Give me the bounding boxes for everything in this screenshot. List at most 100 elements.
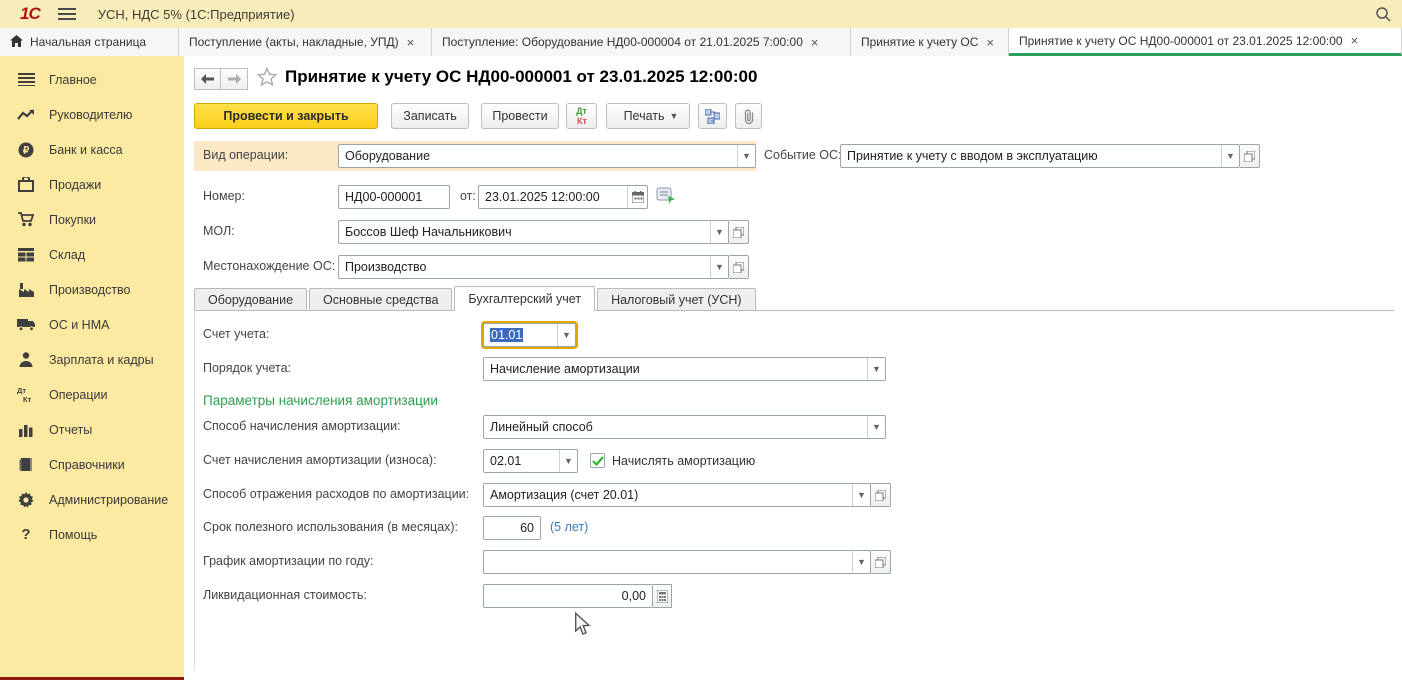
close-icon[interactable]: ×: [986, 35, 994, 50]
sidebar-item-warehouse[interactable]: Склад: [0, 237, 184, 272]
tab-fixed-assets[interactable]: Основные средства: [309, 288, 452, 311]
method-value: Линейный способ: [484, 416, 867, 438]
tab-equipment[interactable]: Оборудование: [194, 288, 307, 311]
location-open-button[interactable]: [729, 255, 749, 279]
close-icon[interactable]: ×: [1351, 33, 1359, 48]
sidebar-item-main[interactable]: Главное: [0, 62, 184, 97]
operation-value: Оборудование: [339, 145, 737, 167]
chevron-down-icon[interactable]: ▼: [1221, 145, 1239, 167]
chevron-down-icon[interactable]: ▼: [867, 416, 885, 438]
sidebar-item-os-nma[interactable]: ОС и НМА: [0, 307, 184, 342]
sidebar-item-purchases[interactable]: Покупки: [0, 202, 184, 237]
chevron-down-icon[interactable]: ▼: [737, 145, 755, 167]
attachments-button[interactable]: [735, 103, 762, 129]
post-button[interactable]: Провести: [481, 103, 559, 129]
location-label: Местонахождение ОС:: [203, 259, 335, 273]
tab-tax-usn[interactable]: Налоговый учет (УСН): [597, 288, 756, 311]
mol-select[interactable]: Боссов Шеф Начальникович ▼: [338, 220, 729, 244]
tab-accounting[interactable]: Бухгалтерский учет: [454, 286, 595, 311]
chevron-down-icon: ▼: [670, 111, 679, 121]
liquidation-label: Ликвидационная стоимость:: [203, 588, 367, 602]
number-input[interactable]: НД00-000001: [338, 185, 450, 209]
sidebar-item-administration[interactable]: Администрирование: [0, 482, 184, 517]
app-window: 1С УСН, НДС 5% (1С:Предприятие) Начальна…: [0, 0, 1402, 680]
tab-label: Принятие к учету ОС: [861, 35, 978, 49]
event-value: Принятие к учету с вводом в эксплуатацию: [841, 145, 1221, 167]
paperclip-icon: [743, 109, 755, 124]
sidebar-item-label: ОС и НМА: [49, 318, 109, 332]
tab-receipt-doc[interactable]: Поступление: Оборудование НД00-000004 от…: [432, 28, 851, 56]
sidebar-item-directories[interactable]: Справочники: [0, 447, 184, 482]
check-icon: [592, 456, 604, 466]
favorite-star-icon[interactable]: [257, 67, 277, 90]
open-link-icon: [733, 227, 744, 238]
expense-open-button[interactable]: [871, 483, 891, 507]
ruble-icon: ₽: [16, 141, 36, 159]
sidebar-item-production[interactable]: Производство: [0, 272, 184, 307]
location-select[interactable]: Производство ▼: [338, 255, 729, 279]
chevron-down-icon[interactable]: ▼: [710, 221, 728, 243]
account-select[interactable]: 01.01 ▼: [483, 323, 576, 347]
event-open-button[interactable]: [1240, 144, 1260, 168]
chevron-down-icon[interactable]: ▼: [867, 358, 885, 380]
tab-os-acceptance-doc[interactable]: Принятие к учету ОС НД00-000001 от 23.01…: [1009, 28, 1402, 56]
term-input[interactable]: 60: [483, 516, 541, 540]
chevron-down-icon[interactable]: ▼: [557, 324, 575, 346]
expense-select[interactable]: Амортизация (счет 20.01) ▼: [483, 483, 871, 507]
tab-receipts-list[interactable]: Поступление (акты, накладные, УПД) ×: [179, 28, 432, 56]
calendar-icon[interactable]: [627, 186, 647, 208]
bag-icon: [16, 176, 36, 194]
sidebar-item-label: Производство: [49, 283, 131, 297]
dtkt-postings-button[interactable]: ДтКт: [566, 103, 597, 129]
schedule-select[interactable]: ▼: [483, 550, 871, 574]
document-title: Принятие к учету ОС НД00-000001 от 23.01…: [285, 67, 757, 87]
date-input[interactable]: 23.01.2025 12:00:00: [478, 185, 648, 209]
tab-label: Оборудование: [208, 293, 293, 307]
chevron-down-icon[interactable]: ▼: [559, 450, 577, 472]
main-menu-icon[interactable]: [58, 8, 76, 20]
sidebar-item-hr[interactable]: Зарплата и кадры: [0, 342, 184, 377]
set-current-date-icon[interactable]: [656, 186, 676, 207]
forward-button[interactable]: [221, 68, 248, 90]
schedule-open-button[interactable]: [871, 550, 891, 574]
sidebar-item-label: Продажи: [49, 178, 101, 192]
chevron-down-icon[interactable]: ▼: [852, 484, 870, 506]
structure-button[interactable]: [698, 103, 727, 129]
mol-open-button[interactable]: [729, 220, 749, 244]
sidebar-item-manager[interactable]: Руководителю: [0, 97, 184, 132]
sidebar-item-operations[interactable]: ДтКт Операции: [0, 377, 184, 412]
book-icon: [16, 456, 36, 474]
sidebar-item-reports[interactable]: Отчеты: [0, 412, 184, 447]
calculator-button[interactable]: [653, 584, 672, 608]
accrue-depreciation-checkbox[interactable]: [590, 453, 605, 468]
close-icon[interactable]: ×: [407, 35, 415, 50]
svg-text:Дт: Дт: [17, 386, 26, 395]
back-button[interactable]: [194, 68, 221, 90]
sidebar-item-sales[interactable]: Продажи: [0, 167, 184, 202]
1c-logo-icon: 1С: [20, 4, 40, 24]
global-search-icon[interactable]: [1372, 3, 1394, 25]
accrue-checkbox-label[interactable]: Начислять амортизацию: [612, 454, 755, 468]
tab-home[interactable]: Начальная страница: [0, 28, 179, 56]
print-button[interactable]: Печать ▼: [606, 103, 690, 129]
tab-label: Начальная страница: [30, 35, 146, 49]
order-value: Начисление амортизации: [484, 358, 867, 380]
liquidation-input[interactable]: 0,00: [483, 584, 653, 608]
sidebar-item-help[interactable]: ? Помощь: [0, 517, 184, 552]
tab-os-acceptance-list[interactable]: Принятие к учету ОС ×: [851, 28, 1009, 56]
save-button[interactable]: Записать: [391, 103, 469, 129]
chevron-down-icon[interactable]: ▼: [710, 256, 728, 278]
operation-kind-select[interactable]: Оборудование ▼: [338, 144, 756, 168]
sidebar-item-bank[interactable]: ₽ Банк и касса: [0, 132, 184, 167]
order-select[interactable]: Начисление амортизации ▼: [483, 357, 886, 381]
method-select[interactable]: Линейный способ ▼: [483, 415, 886, 439]
depr-account-select[interactable]: 02.01 ▼: [483, 449, 578, 473]
post-and-close-button[interactable]: Провести и закрыть: [194, 103, 378, 129]
close-icon[interactable]: ×: [811, 35, 819, 50]
sidebar: Главное Руководителю ₽ Банк и касса Прод…: [0, 56, 184, 677]
depr-account-value: 02.01: [484, 450, 559, 472]
svg-text:₽: ₽: [23, 145, 30, 156]
chevron-down-icon[interactable]: ▼: [852, 551, 870, 573]
tab-label: Налоговый учет (УСН): [611, 293, 742, 307]
os-event-select[interactable]: Принятие к учету с вводом в эксплуатацию…: [840, 144, 1240, 168]
